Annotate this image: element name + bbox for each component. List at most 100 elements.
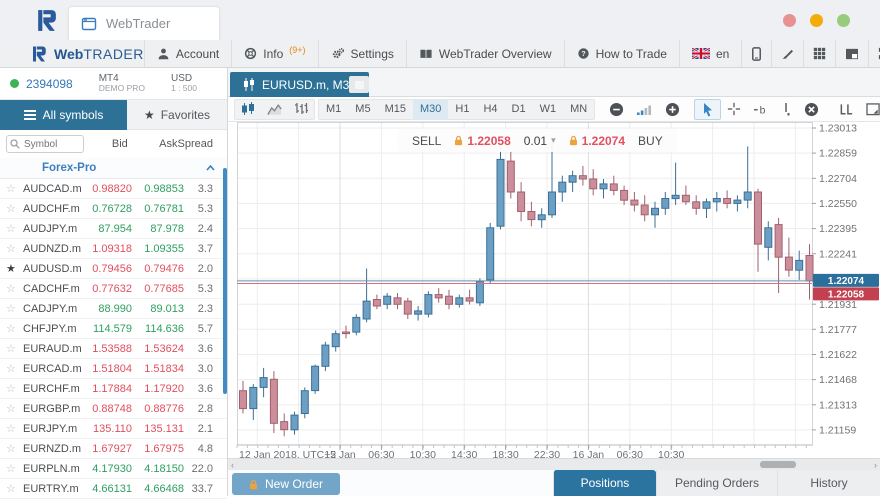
nav-button-window[interactable] [835,40,868,67]
zoom-in-icon [665,102,680,117]
tool-delete[interactable] [798,99,825,120]
symbol-row-eurnzd-m[interactable]: ☆EURNZD.m1.679271.679754.8 [0,439,227,459]
star-outline-icon[interactable]: ☆ [6,302,23,315]
symbol-row-euraud-m[interactable]: ☆EURAUD.m1.535881.536243.6 [0,339,227,359]
symbol-row-audjpy-m[interactable]: ☆AUDJPY.m87.95487.9782.4 [0,219,227,239]
star-outline-icon[interactable]: ☆ [6,182,23,195]
star-outline-icon[interactable]: ☆ [6,462,23,475]
symbol-row-audnzd-m[interactable]: ☆AUDNZD.m1.093181.093553.7 [0,239,227,259]
tool-cursor[interactable] [694,99,721,120]
account-currency: USD 1 : 500 [171,73,197,93]
timeframe-m15[interactable]: M15 [378,99,413,120]
tool-crosshair[interactable] [721,99,747,120]
timeframe-d1[interactable]: D1 [505,99,533,120]
buy-button[interactable]: BUY [638,134,663,148]
bottom-tab-pending-orders[interactable]: Pending Orders [656,470,777,496]
symbol-row-eurpln-m[interactable]: ☆EURPLN.m4.179304.1815022.0 [0,459,227,479]
symbol-row-eurjpy-m[interactable]: ☆EURJPY.m135.110135.1312.1 [0,419,227,439]
chart-type-bars[interactable] [288,99,314,120]
timeframe-h1[interactable]: H1 [448,99,476,120]
nav-item-account[interactable]: Account [144,40,231,67]
star-filled-icon[interactable]: ★ [6,262,23,275]
tab-candle-icon [243,78,255,91]
account-number[interactable]: 2394098 [26,77,73,91]
symbol-row-audcad-m[interactable]: ☆AUDCAD.m0.988200.988533.3 [0,179,227,199]
star-outline-icon[interactable]: ☆ [6,402,23,415]
nav-button-phone[interactable] [741,40,771,67]
bottom-bar: New Order PositionsPending OrdersHistory [228,470,880,496]
bars-icon [294,102,308,116]
timeframe-m30[interactable]: M30 [413,99,448,120]
symbol-name: EURPLN.m [23,463,85,475]
nav-button-brush[interactable] [771,40,803,67]
tab-favorites[interactable]: ★ Favorites [127,100,227,130]
chart-hscrollbar[interactable]: ‹ › [228,458,880,470]
star-outline-icon[interactable]: ☆ [6,282,23,295]
tool-layout[interactable] [860,99,880,120]
tool-text-tool[interactable]: b [747,99,774,120]
tool-zoom-in[interactable] [659,99,686,120]
bid-value: 1.67927 [85,443,132,455]
tool-indicators[interactable] [833,99,860,120]
nav-item-settings[interactable]: Settings [318,40,406,67]
new-order-button[interactable]: New Order [232,473,340,495]
candlestick-chart[interactable]: 1.230131.228591.227041.225501.223951.222… [228,122,880,458]
symbol-group-header[interactable]: Forex-Pro [0,158,227,179]
nav-item-info[interactable]: Info(9+) [231,40,317,67]
symbol-row-audchf-m[interactable]: ☆AUDCHF.m0.767280.767815.3 [0,199,227,219]
symbol-row-eurcad-m[interactable]: ☆EURCAD.m1.518041.518343.0 [0,359,227,379]
symbol-search[interactable] [6,135,84,153]
symbol-row-eurgbp-m[interactable]: ☆EURGBP.m0.887480.887762.8 [0,399,227,419]
timeframe-h4[interactable]: H4 [476,99,504,120]
star-outline-icon[interactable]: ☆ [6,242,23,255]
sell-button[interactable]: SELL [412,134,441,148]
scroll-left-icon[interactable]: ‹ [231,460,234,470]
star-outline-icon[interactable]: ☆ [6,322,23,335]
star-outline-icon[interactable]: ☆ [6,382,23,395]
chart-type-area[interactable] [261,99,288,120]
symbol-row-eurchf-m[interactable]: ☆EURCHF.m1.178841.179203.6 [0,379,227,399]
symbol-row-eurtry-m[interactable]: ☆EURTRY.m4.661314.6646833.7 [0,479,227,499]
svg-text:18:30: 18:30 [492,449,518,458]
nav-button-expand[interactable] [868,40,880,67]
timeframe-mn[interactable]: MN [563,99,594,120]
star-outline-icon[interactable]: ☆ [6,422,23,435]
timeframe-w1[interactable]: W1 [533,99,564,120]
nav-item-webtrader-overview[interactable]: WebTrader Overview [406,40,564,67]
tool-vline-tool[interactable] [774,99,798,120]
bottom-tab-history[interactable]: History [777,470,880,496]
scrollbar-handle[interactable] [760,461,796,468]
symbol-row-chfjpy-m[interactable]: ☆CHFJPY.m114.579114.6365.7 [0,319,227,339]
nav-button-grid[interactable] [803,40,835,67]
star-outline-icon[interactable]: ☆ [6,442,23,455]
tab-all-symbols[interactable]: All symbols [0,100,127,130]
star-outline-icon[interactable]: ☆ [6,342,23,355]
chart-type-candles[interactable] [235,99,261,120]
star-outline-icon[interactable]: ☆ [6,482,23,495]
gears-icon [331,47,345,60]
symbol-row-audusd-m[interactable]: ★AUDUSD.m0.794560.794762.0 [0,259,227,279]
star-outline-icon[interactable]: ☆ [6,202,23,215]
timeframe-m1[interactable]: M1 [319,99,348,120]
tool-bar-scale[interactable] [630,99,659,120]
nav-item-how-to-trade[interactable]: ?How to Trade [564,40,679,67]
symbol-row-cadjpy-m[interactable]: ☆CADJPY.m88.99089.0132.3 [0,299,227,319]
tool-zoom-out[interactable] [603,99,630,120]
symbol-row-cadchf-m[interactable]: ☆CADCHF.m0.776320.776855.3 [0,279,227,299]
scroll-right-icon[interactable]: › [874,460,877,470]
language-selector[interactable]: en [679,40,741,67]
symbol-name: EURAUD.m [23,343,85,355]
browser-tab[interactable]: WebTrader [68,6,220,40]
chart-type-group [234,99,315,120]
add-chart-tab-button[interactable] [349,76,369,93]
timeframe-m5[interactable]: M5 [348,99,377,120]
symbol-name: EURTRY.m [23,483,85,495]
svg-text:10:30: 10:30 [658,449,684,458]
window-icon [845,48,859,60]
sidebar-scrollbar[interactable] [223,168,227,394]
bottom-tab-positions[interactable]: Positions [553,470,656,496]
volume-select[interactable]: 0.01 ▾ [524,134,556,148]
star-outline-icon[interactable]: ☆ [6,362,23,375]
one-click-trading-panel: SELL 1.22058 0.01 ▾ 1.22074 BUY [398,129,677,152]
star-outline-icon[interactable]: ☆ [6,222,23,235]
